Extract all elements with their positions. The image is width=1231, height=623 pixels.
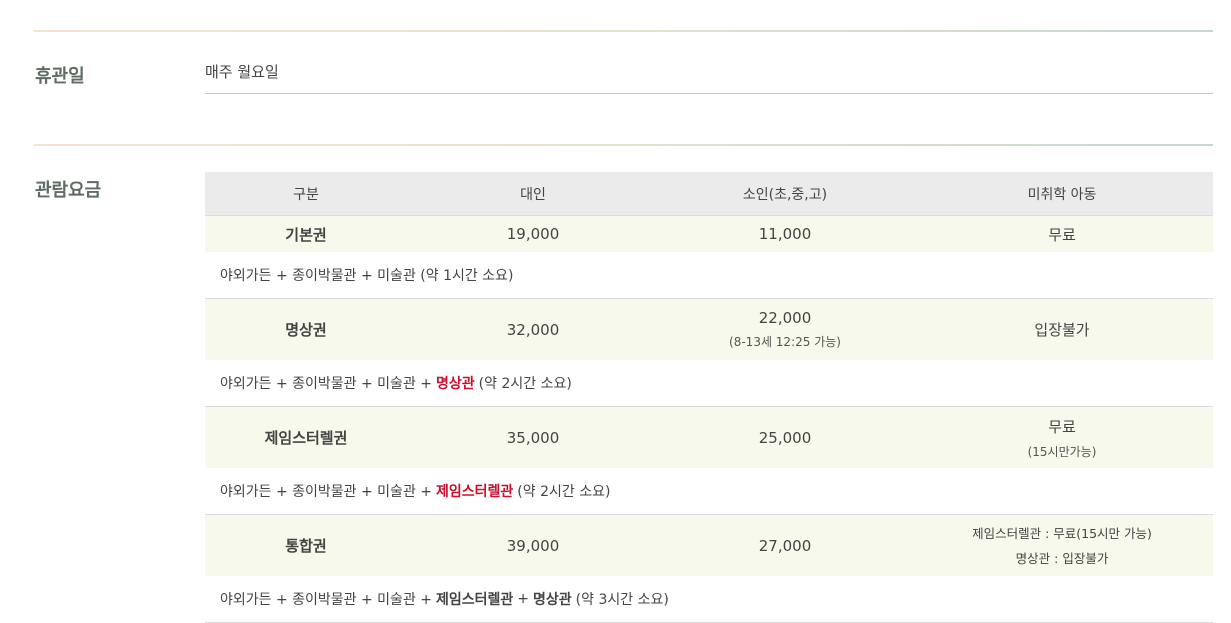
preschool-price-cell: 무료 (15시만가능) [911,416,1213,460]
section-divider [34,144,1213,146]
adult-price: 32,000 [506,320,560,339]
bold-turrell-hall: 제임스터렐관 [436,592,514,608]
bold-meditation-hall: 명상관 [533,592,572,608]
admission-fee-table: 구분 대인 소인(초,중,고) 미취학 아동 기본권 19,000 11,000… [205,172,1213,623]
adult-price: 39,000 [506,536,560,555]
table-row-meditation: 명상권 32,000 22,000 (8-13세 12:25 가능) 입장불가 [205,299,1213,360]
admission-fee-title: 관람요금 [35,180,102,201]
child-price: 27,000 [758,536,812,555]
child-price: 25,000 [758,428,812,447]
ticket-name: 명상권 [285,321,327,339]
preschool-price: 입장불가 [1034,321,1090,339]
header-category: 구분 [293,186,319,203]
child-price-note: (8-13세 12:25 가능) [729,335,841,349]
adult-price: 35,000 [506,428,560,447]
child-price: 22,000 [758,309,812,327]
preschool-price-cell: 제임스터렐관 : 무료(15시만 가능) 명상관 : 입장불가 [911,521,1213,571]
table-row-basic: 기본권 19,000 11,000 무료 [205,216,1213,252]
closed-day-underline [205,93,1213,94]
ticket-description-combined: 야외가든 + 종이박물관 + 미술관 + 제임스터렐관 + 명상관 (약 3시간… [205,576,1213,623]
preschool-meditation-note: 명상관 : 입장불가 [1015,550,1109,566]
preschool-price: 무료 [1048,225,1076,244]
child-price-cell: 22,000 (8-13세 12:25 가능) [659,309,911,350]
header-child: 소인(초,중,고) [742,186,828,203]
highlight-meditation-hall: 명상관 [436,376,475,392]
ticket-name: 통합권 [285,537,327,555]
ticket-name: 제임스터렐권 [264,429,348,447]
ticket-description-meditation: 야외가든 + 종이박물관 + 미술관 + 명상관 (약 2시간 소요) [205,360,1213,407]
ticket-name: 기본권 [285,225,327,244]
preschool-price: 무료 [1048,417,1076,436]
table-header: 구분 대인 소인(초,중,고) 미취학 아동 [205,172,1213,216]
child-price: 11,000 [758,225,812,243]
header-adult: 대인 [520,186,546,203]
closed-day-value: 매주 월요일 [205,63,279,81]
header-preschool: 미취학 아동 [1027,186,1097,203]
museum-info-page: 휴관일 매주 월요일 관람요금 구분 대인 소인(초,중,고) 미취학 아동 기… [0,0,1231,623]
ticket-description-turrell: 야외가든 + 종이박물관 + 미술관 + 제임스터렐관 (약 2시간 소요) [205,468,1213,515]
highlight-turrell-hall: 제임스터렐관 [436,484,514,500]
table-row-combined: 통합권 39,000 27,000 제임스터렐관 : 무료(15시만 가능) 명… [205,515,1213,576]
section-divider [34,30,1213,32]
table-row-turrell: 제임스터렐권 35,000 25,000 무료 (15시만가능) [205,407,1213,468]
preschool-turrell-note: 제임스터렐관 : 무료(15시만 가능) [972,525,1152,541]
adult-price: 19,000 [506,225,560,243]
closed-day-title: 휴관일 [35,66,85,87]
preschool-note: (15시만가능) [1027,444,1097,459]
ticket-description-basic: 야외가든 + 종이박물관 + 미술관 (약 1시간 소요) [205,252,1213,299]
